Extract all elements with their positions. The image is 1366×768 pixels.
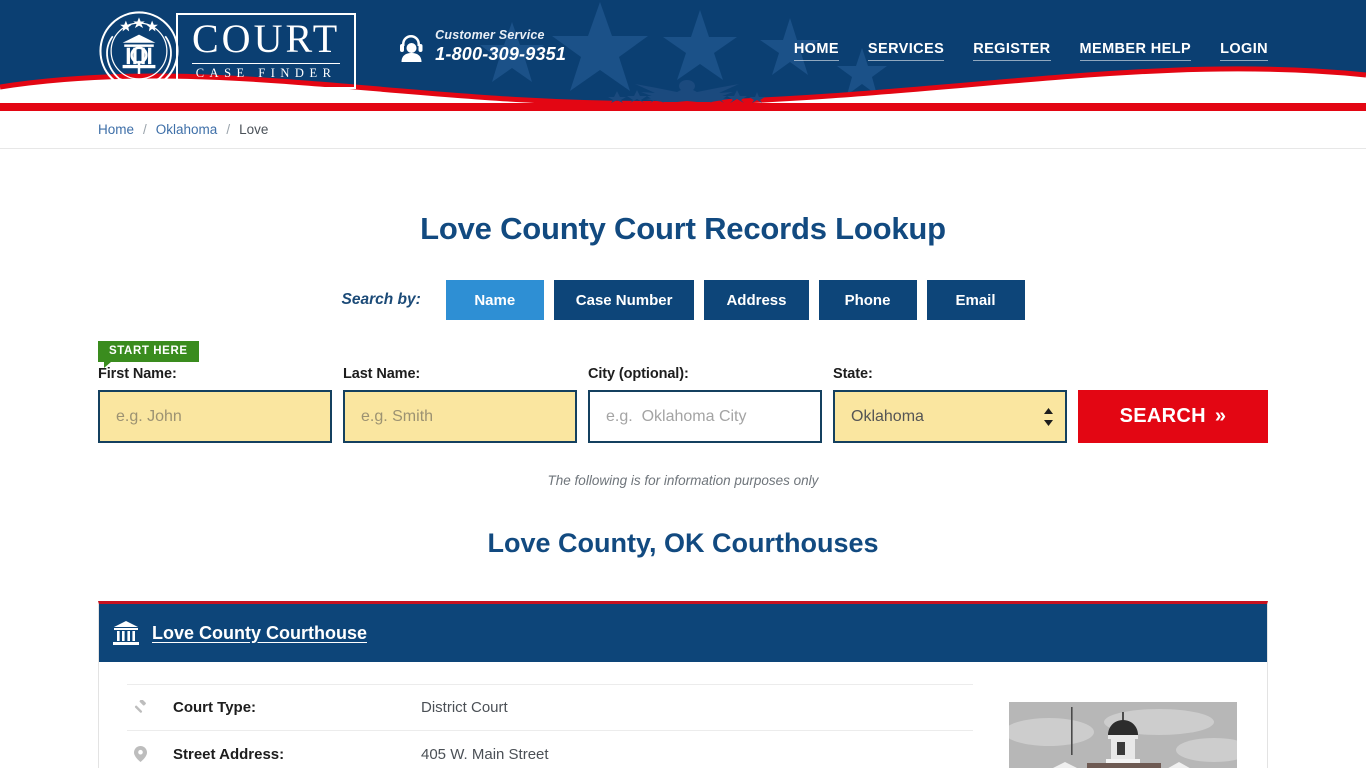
search-button[interactable]: SEARCH » [1078, 390, 1268, 443]
state-label: State: [833, 366, 873, 382]
search-button-label: SEARCH [1119, 405, 1206, 427]
headset-agent-icon [400, 34, 423, 62]
courthouse-details: Court Type: District Court Street Addres… [127, 684, 973, 768]
city-label: City (optional): [588, 366, 689, 382]
state-field-group: State: [833, 366, 1067, 443]
site-logo[interactable]: COURT CASE FINDER [98, 10, 357, 92]
gavel-icon [127, 700, 153, 715]
last-name-field-group: Last Name: [343, 366, 577, 443]
courthouse-seal-icon [99, 11, 179, 91]
detail-row: Street Address: 405 W. Main Street [127, 731, 973, 768]
nav-item-register[interactable]: REGISTER [973, 41, 1051, 61]
detail-label: Street Address: [173, 745, 285, 763]
courthouse-photo-column [1009, 684, 1239, 768]
search-form: First Name: Last Name: City (optional): … [98, 366, 1268, 443]
first-name-label: First Name: [98, 366, 177, 382]
state-select[interactable] [833, 390, 1067, 443]
tab-address[interactable]: Address [704, 280, 809, 320]
nav-item-services[interactable]: SERVICES [867, 41, 945, 61]
customer-service-label: Customer Service [435, 28, 545, 42]
tab-phone[interactable]: Phone [818, 280, 917, 320]
courthouse-photo [1009, 702, 1237, 768]
courthouse-card: Love County Courthouse Court Type: Distr [98, 601, 1268, 768]
customer-service-phone[interactable]: 1-800-309-9351 [435, 44, 566, 65]
nav-item-member-help[interactable]: MEMBER HELP [1079, 41, 1192, 61]
breadcrumb: Home / Oklahoma / Love [0, 111, 1366, 149]
header-red-stripe [0, 103, 1366, 111]
section-title: Love County, OK Courthouses [487, 528, 879, 558]
page-title: Love County Court Records Lookup [420, 211, 946, 246]
start-here-badge: START HERE [98, 341, 199, 368]
breadcrumb-item-home[interactable]: Home [98, 122, 134, 137]
courthouse-card-body: Court Type: District Court Street Addres… [99, 662, 1267, 768]
breadcrumb-item-love: Love [239, 122, 269, 137]
first-name-field-group: First Name: [98, 366, 332, 443]
nav-item-home[interactable]: HOME [793, 41, 839, 61]
breadcrumb-item-oklahoma[interactable]: Oklahoma [156, 122, 218, 137]
courthouse-title-link[interactable]: Love County Courthouse [152, 623, 367, 644]
detail-value: District Court [421, 699, 508, 716]
courthouse-card-header: Love County Courthouse [99, 604, 1267, 662]
tab-email[interactable]: Email [926, 280, 1025, 320]
tab-name[interactable]: Name [445, 280, 544, 320]
last-name-input[interactable] [343, 390, 577, 443]
logo-divider [192, 63, 341, 65]
main-navigation: HOME SERVICES REGISTER MEMBER HELP LOGIN [793, 41, 1268, 61]
city-input[interactable] [588, 390, 822, 443]
logo-title: COURT [192, 16, 341, 62]
disclaimer-text: The following is for information purpose… [547, 473, 819, 488]
logo-subtitle: CASE FINDER [195, 66, 337, 81]
tab-case-number[interactable]: Case Number [553, 280, 695, 320]
detail-label: Court Type: [173, 699, 257, 716]
site-header: COURT CASE FINDER Customer Service 1-800… [0, 0, 1366, 103]
last-name-label: Last Name: [343, 366, 421, 382]
first-name-input[interactable] [98, 390, 332, 443]
customer-service-block: Customer Service 1-800-309-9351 [398, 28, 566, 65]
search-by-label: Search by: [341, 291, 421, 308]
map-pin-icon [127, 746, 153, 762]
breadcrumb-separator: / [143, 122, 147, 137]
detail-value: 405 W. Main Street [421, 745, 549, 763]
search-button-chevron-icon: » [1214, 405, 1227, 427]
search-by-tabs: Search by: Name Case Number Address Phon… [98, 280, 1268, 320]
detail-row: Court Type: District Court [127, 684, 973, 731]
bank-columns-icon [113, 621, 139, 645]
nav-item-login[interactable]: LOGIN [1220, 41, 1268, 61]
breadcrumb-separator: / [226, 122, 231, 137]
city-field-group: City (optional): [588, 366, 822, 443]
main-content: Love County Court Records Lookup Search … [0, 211, 1366, 768]
